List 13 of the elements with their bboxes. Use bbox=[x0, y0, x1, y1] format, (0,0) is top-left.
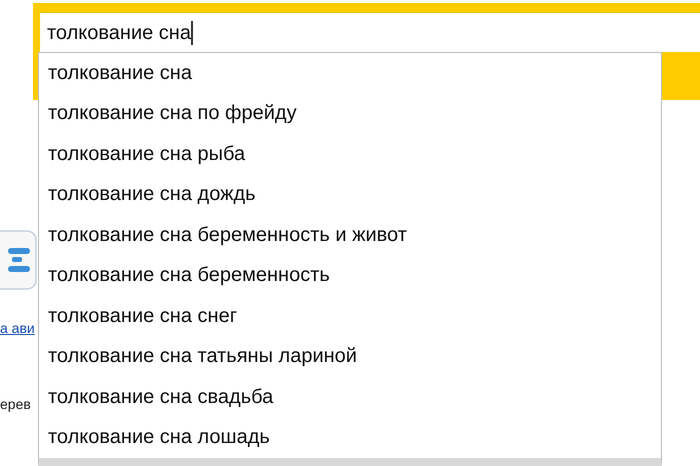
suggestion-item[interactable]: толкование сна дождь bbox=[39, 174, 661, 215]
suggestion-item[interactable]: толкование сна татьяны лариной bbox=[39, 336, 661, 377]
suggestion-item[interactable]: толкование сна bbox=[39, 53, 661, 94]
suggestion-item[interactable]: толкование сна лошадь bbox=[39, 418, 661, 458]
suggestion-item[interactable]: толкование сна снег bbox=[39, 296, 661, 336]
search-field[interactable]: толкование сна bbox=[40, 12, 700, 52]
suggestion-item[interactable]: толкование сна рыба bbox=[39, 134, 661, 174]
suggestion-item[interactable]: толкование сна свадьба bbox=[39, 377, 661, 418]
page-link[interactable]: а ави bbox=[0, 320, 38, 336]
suggestion-item[interactable]: толкование сна беременность bbox=[39, 256, 661, 296]
page-text: ерев bbox=[0, 396, 32, 412]
suggestion-item[interactable]: толкование сна беременность и живот bbox=[39, 215, 661, 256]
suggestion-item[interactable]: толкование сна по фрейду bbox=[39, 94, 661, 134]
